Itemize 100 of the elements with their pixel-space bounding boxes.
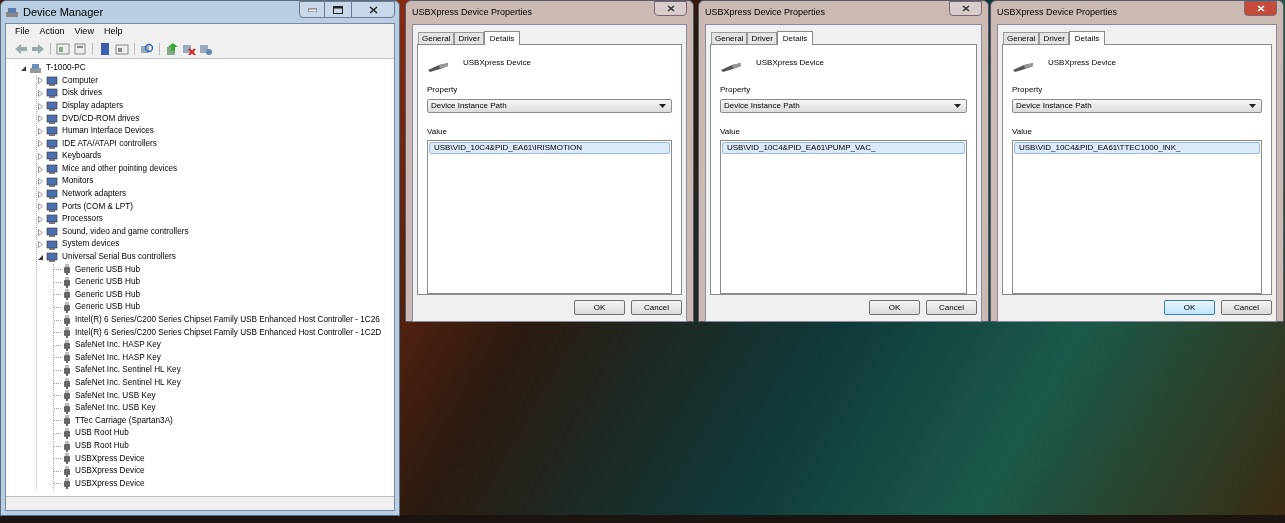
tree-item[interactable]: Generic USB Hub xyxy=(75,288,141,302)
menu-item[interactable]: View xyxy=(71,25,97,39)
expand-arrow-icon[interactable] xyxy=(37,115,44,123)
tree-item[interactable]: USBXpress Device xyxy=(75,465,145,478)
tree-item[interactable]: Generic USB Hub xyxy=(75,301,141,314)
tree-item[interactable]: USBXpress Device xyxy=(75,452,145,465)
tree-item[interactable]: Intel(R) 6 Series/C200 Series Chipset Family USB Enhanced Host Controller - 1C26 xyxy=(75,314,380,327)
back-arrow-icon[interactable] xyxy=(14,43,28,55)
tree-item[interactable]: SafeNet Inc. Sentinel HL Key xyxy=(75,377,181,390)
tree-item[interactable]: Keyboards xyxy=(62,150,102,163)
tab[interactable]: Details xyxy=(483,31,521,45)
field-label: Property xyxy=(720,84,752,96)
expand-arrow-icon[interactable] xyxy=(37,190,44,198)
expand-arrow-icon[interactable] xyxy=(37,241,44,249)
tab[interactable]: Details xyxy=(776,31,814,45)
tree-item[interactable]: Human Interface Devices xyxy=(62,125,154,138)
device-icon xyxy=(46,164,58,175)
update-driver-icon[interactable] xyxy=(165,43,179,55)
expand-arrow-icon[interactable] xyxy=(37,178,44,186)
scan-icon[interactable] xyxy=(140,43,154,55)
tree-item[interactable]: SafeNet Inc. USB Key xyxy=(75,389,156,402)
tree-item[interactable]: Generic USB Hub xyxy=(75,276,141,289)
tab[interactable]: General xyxy=(418,32,455,44)
uninstall-icon[interactable] xyxy=(182,43,196,55)
tree-item[interactable]: TTec Carriage (Spartan3A) xyxy=(75,414,173,428)
tree-item[interactable]: Ports (COM & LPT) xyxy=(62,200,133,213)
tree-item[interactable]: Disk drives xyxy=(62,87,103,100)
tree-item[interactable]: Sound, video and game controllers xyxy=(62,225,189,239)
property-dropdown[interactable]: Device Instance Path xyxy=(427,99,672,113)
menu-item[interactable]: File xyxy=(12,25,33,39)
device-icon xyxy=(46,113,58,124)
tree-item[interactable]: DVD/CD-ROM drives xyxy=(62,112,140,125)
tree-item[interactable]: USB Root Hub xyxy=(75,439,129,453)
tree-item[interactable]: Generic USB Hub xyxy=(75,263,141,276)
value-item[interactable]: USB\VID_10C4&PID_EA61\PUMP_VAC_ xyxy=(722,142,965,154)
close-button[interactable] xyxy=(1244,1,1277,16)
dialog-button[interactable]: OK xyxy=(1164,300,1215,315)
window-icon[interactable] xyxy=(56,43,70,55)
expand-arrow-icon[interactable] xyxy=(37,77,44,85)
menu-item[interactable]: Action xyxy=(36,25,68,39)
field-label: Value xyxy=(1012,126,1033,138)
tree-item[interactable]: SafeNet Inc. HASP Key xyxy=(75,339,161,352)
tree-item[interactable]: Display adapters xyxy=(62,99,123,113)
expand-arrow-icon[interactable] xyxy=(37,152,44,160)
tree-item[interactable]: Monitors xyxy=(62,175,94,188)
tree-item[interactable]: SafeNet Inc. USB Key xyxy=(75,402,156,415)
tab[interactable]: General xyxy=(1003,32,1040,44)
dialog-button[interactable]: Cancel xyxy=(631,300,682,315)
close-icon xyxy=(368,5,378,14)
tree-item[interactable]: USBXpress Device xyxy=(75,477,145,491)
expand-arrow-icon[interactable] xyxy=(37,228,44,236)
tree-item[interactable]: System devices xyxy=(62,238,120,251)
tree-item[interactable]: Computer xyxy=(62,74,98,88)
property-dropdown[interactable]: Device Instance Path xyxy=(1012,99,1262,113)
tree-item[interactable]: SafeNet Inc. Sentinel HL Key xyxy=(75,364,181,377)
maximize-button[interactable] xyxy=(325,1,351,18)
menu-item[interactable]: Help xyxy=(100,25,126,39)
expand-arrow-icon[interactable] xyxy=(37,140,44,148)
window-icon[interactable] xyxy=(73,43,87,55)
device-name: USBXpress Device xyxy=(463,57,532,69)
tab[interactable]: Details xyxy=(1068,31,1106,45)
dialog-button[interactable]: Cancel xyxy=(926,300,977,315)
tree-item[interactable]: Universal Serial Bus controllers xyxy=(62,251,176,264)
dialog-button[interactable]: OK xyxy=(869,300,920,315)
close-button[interactable] xyxy=(654,1,687,16)
dialog-button[interactable]: Cancel xyxy=(1221,300,1272,315)
window-icon[interactable] xyxy=(115,43,129,55)
collapse-arrow-icon[interactable] xyxy=(37,253,44,261)
device-icon xyxy=(46,88,58,99)
collapse-arrow-icon[interactable] xyxy=(20,64,27,72)
field-label: Property xyxy=(1012,84,1044,96)
expand-arrow-icon[interactable] xyxy=(37,165,44,173)
expand-arrow-icon[interactable] xyxy=(37,127,44,135)
expand-arrow-icon[interactable] xyxy=(37,215,44,223)
property-dropdown[interactable]: Device Instance Path xyxy=(720,99,967,113)
usb-cable-icon xyxy=(427,60,449,72)
window-title: USBXpress Device Properties xyxy=(997,5,1118,19)
device-icon xyxy=(46,151,58,162)
forward-arrow-icon[interactable] xyxy=(31,43,45,55)
value-item[interactable]: USB\VID_10C4&PID_EA61\TTEC1000_INK_ xyxy=(1014,142,1260,154)
tree-item[interactable]: Mice and other pointing devices xyxy=(62,162,178,176)
tab[interactable]: Driver xyxy=(454,32,484,44)
expand-arrow-icon[interactable] xyxy=(37,203,44,211)
tab[interactable]: General xyxy=(711,32,748,44)
expand-arrow-icon[interactable] xyxy=(37,102,44,110)
tree-item[interactable]: Intel(R) 6 Series/C200 Series Chipset Family USB Enhanced Host Controller - 1C2D xyxy=(75,326,382,339)
tab[interactable]: Driver xyxy=(1039,32,1069,44)
close-button[interactable] xyxy=(351,1,395,18)
expand-arrow-icon[interactable] xyxy=(37,90,44,97)
close-button[interactable] xyxy=(949,1,982,16)
tree-item[interactable]: T-1000-PC xyxy=(46,62,86,75)
tree-item[interactable]: SafeNet Inc. HASP Key xyxy=(75,351,161,365)
tree-item[interactable]: Network adapters xyxy=(62,188,127,201)
tab[interactable]: Driver xyxy=(747,32,777,44)
device-icon xyxy=(46,239,58,250)
tree-item[interactable]: USB Root Hub xyxy=(75,427,129,440)
dialog-button[interactable]: OK xyxy=(574,300,625,315)
value-item[interactable]: USB\VID_10C4&PID_EA61\IRISMOTION xyxy=(429,142,670,154)
tree-item[interactable]: Processors xyxy=(62,213,103,226)
tree-item[interactable]: IDE ATA/ATAPI controllers xyxy=(62,137,157,150)
